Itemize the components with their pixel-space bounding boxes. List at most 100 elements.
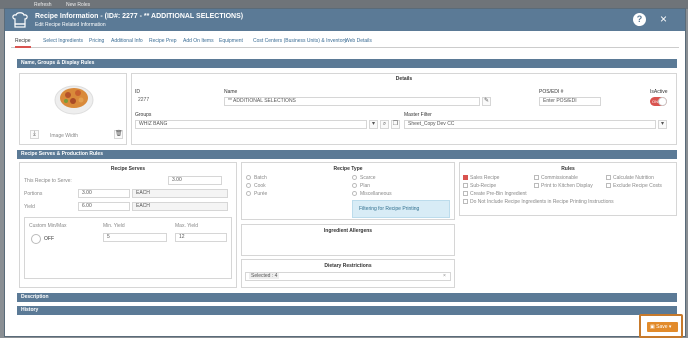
master-filter-label: Master Filter: [404, 112, 432, 118]
rule-checkbox[interactable]: [463, 191, 468, 196]
tab-bar: Recipe Select Ingredients Pricing Additi…: [11, 36, 679, 48]
modal-title: Recipe Information - (ID#: 2277 - ** ADD…: [35, 13, 244, 20]
chevron-down-icon[interactable]: ▾: [369, 120, 378, 129]
modal-header: Recipe Information - (ID#: 2277 - ** ADD…: [5, 9, 685, 31]
custom-minmax-state: OFF: [44, 236, 54, 242]
max-yield-label: Max. Yield: [175, 223, 199, 229]
min-yield-label: Min. Yield: [103, 223, 125, 229]
serves-title: Recipe Serves: [110, 166, 146, 172]
rule-checkbox[interactable]: [463, 199, 468, 204]
rule-checkbox[interactable]: [534, 175, 539, 180]
portion-input[interactable]: 3.00: [78, 189, 130, 198]
tab-additional-info[interactable]: Additional Info: [111, 38, 143, 44]
name-input[interactable]: ** ADDITIONAL SELECTIONS: [224, 97, 480, 106]
section-header-name-groups[interactable]: Name, Groups & Display Rules: [17, 59, 677, 68]
search-icon[interactable]: ⌕: [380, 120, 389, 129]
rule-checkbox[interactable]: [463, 183, 468, 188]
custom-minmax-label: Custom Min/Max: [29, 223, 67, 229]
dietary-selected-count: Selected : 4: [249, 273, 280, 279]
chevron-down-icon[interactable]: ▾: [658, 120, 667, 129]
rule-label: Commissionable: [541, 175, 578, 181]
ingredient-allergens-panel: Ingredient Allergens: [241, 224, 455, 256]
clear-icon[interactable]: ×: [443, 273, 446, 279]
rule-label: Exclude Recipe Costs: [613, 183, 662, 189]
rule-label: Sub-Recipe: [470, 183, 497, 189]
image-caption: Image Width: [50, 133, 79, 139]
rule-checkbox[interactable]: [606, 183, 611, 188]
recipe-type-panel: Recipe Type Batch Cook Purée Scarce Plan…: [241, 162, 455, 220]
section-header-serves-production[interactable]: Recipe Serves & Production Rules: [17, 150, 677, 159]
min-yield-input[interactable]: 5: [103, 233, 167, 242]
tab-pricing[interactable]: Pricing: [89, 38, 104, 44]
tab-equipment[interactable]: Equipment: [219, 38, 243, 44]
details-panel: Details ID 2277 Name ** ADDITIONAL SELEC…: [131, 73, 677, 145]
section-header-description[interactable]: Description: [17, 293, 677, 302]
recipe-type-option-label: Batch: [254, 175, 267, 181]
filtering-tooltip: Filtering for Recipe Printing: [352, 200, 450, 218]
recipe-serves-panel: Recipe Serves This Recipe to Serve: 3.00…: [19, 162, 237, 288]
save-button[interactable]: ▣ Save ▾: [647, 322, 678, 332]
tab-recipe-prep[interactable]: Recipe Prep: [149, 38, 177, 44]
groups-select[interactable]: WHIZ BANG: [135, 120, 367, 129]
recipe-type-title: Recipe Type: [333, 166, 363, 172]
close-icon[interactable]: ×: [660, 12, 667, 26]
tab-add-on-items[interactable]: Add On Items: [183, 38, 214, 44]
recipe-type-option-label: Miscellaneous: [360, 191, 392, 197]
id-label: ID: [135, 89, 140, 95]
help-icon[interactable]: ?: [633, 13, 646, 26]
allergens-title: Ingredient Allergens: [323, 228, 373, 234]
recipe-image: [53, 78, 95, 118]
groups-label: Groups: [135, 112, 152, 118]
rule-checkbox-sales-recipe[interactable]: [463, 175, 468, 180]
trash-icon[interactable]: 🗑: [114, 130, 123, 139]
yield-unit-select[interactable]: EACH: [132, 202, 228, 211]
recipe-type-option-label: Scarce: [360, 175, 376, 181]
tab-recipe[interactable]: Recipe: [15, 38, 31, 48]
custom-minmax-toggle[interactable]: [31, 234, 41, 244]
master-filter-select[interactable]: Sheet_Copy Dev CC: [404, 120, 656, 129]
section-header-history[interactable]: History: [17, 306, 677, 315]
rule-label: Print to Kitchen Display: [541, 183, 593, 189]
modal-subtitle: Edit Recipe Related Information: [35, 22, 106, 28]
dietary-restrictions-panel: Dietary Restrictions Selected : 4 ×: [241, 259, 455, 288]
recipe-type-option[interactable]: [352, 183, 357, 188]
toggle-knob: [658, 97, 667, 106]
serve-label: This Recipe to Serve:: [24, 178, 72, 184]
save-highlight: ▣ Save ▾: [639, 314, 683, 338]
isactive-toggle[interactable]: ON: [650, 97, 667, 106]
recipe-type-option[interactable]: [246, 183, 251, 188]
recipe-type-option-label: Plan: [360, 183, 371, 189]
dietary-title: Dietary Restrictions: [324, 263, 372, 269]
chef-hat-icon: [12, 12, 28, 28]
download-icon[interactable]: ⤓: [30, 130, 39, 139]
max-yield-input[interactable]: 12: [175, 233, 227, 242]
rules-title: Rules: [561, 166, 575, 172]
rule-checkbox[interactable]: [606, 175, 611, 180]
rule-label: Do Not Include Recipe Ingredients in Rec…: [470, 199, 614, 205]
yield-label: Yield: [24, 204, 35, 210]
rule-label: Create Pre-Bin Ingredient: [470, 191, 527, 197]
recipe-information-modal: Recipe Information - (ID#: 2277 - ** ADD…: [4, 8, 686, 338]
tab-web-details[interactable]: Web Details: [345, 38, 372, 44]
recipe-type-option[interactable]: [246, 191, 251, 196]
isactive-label: IsActive: [650, 89, 668, 95]
serve-input[interactable]: 3.00: [168, 176, 222, 185]
portion-unit-select[interactable]: EACH: [132, 189, 228, 198]
pos-input[interactable]: Enter POS/EDI: [539, 97, 601, 106]
custom-minmax-panel: Custom Min/Max Min. Yield Max. Yield OFF…: [24, 217, 232, 279]
tab-select-ingredients[interactable]: Select Ingredients: [43, 38, 83, 44]
tab-cost-centers[interactable]: Cost Centers (Business Units) & Inventor…: [253, 38, 347, 44]
rule-label: Sales Recipe: [470, 175, 500, 181]
pos-label: POS/EDI #: [539, 89, 564, 95]
yield-input[interactable]: 6.00: [78, 202, 130, 211]
copy-icon[interactable]: ❐: [391, 120, 400, 129]
dietary-select[interactable]: Selected : 4: [245, 272, 451, 281]
rule-checkbox[interactable]: [534, 183, 539, 188]
recipe-type-option[interactable]: [246, 175, 251, 180]
id-value: 2277: [135, 97, 221, 106]
name-label: Name: [224, 89, 238, 95]
recipe-type-option-label: Purée: [254, 191, 268, 197]
recipe-type-option[interactable]: [352, 175, 357, 180]
recipe-type-option[interactable]: [352, 191, 357, 196]
edit-pencil-icon[interactable]: ✎: [482, 97, 491, 106]
